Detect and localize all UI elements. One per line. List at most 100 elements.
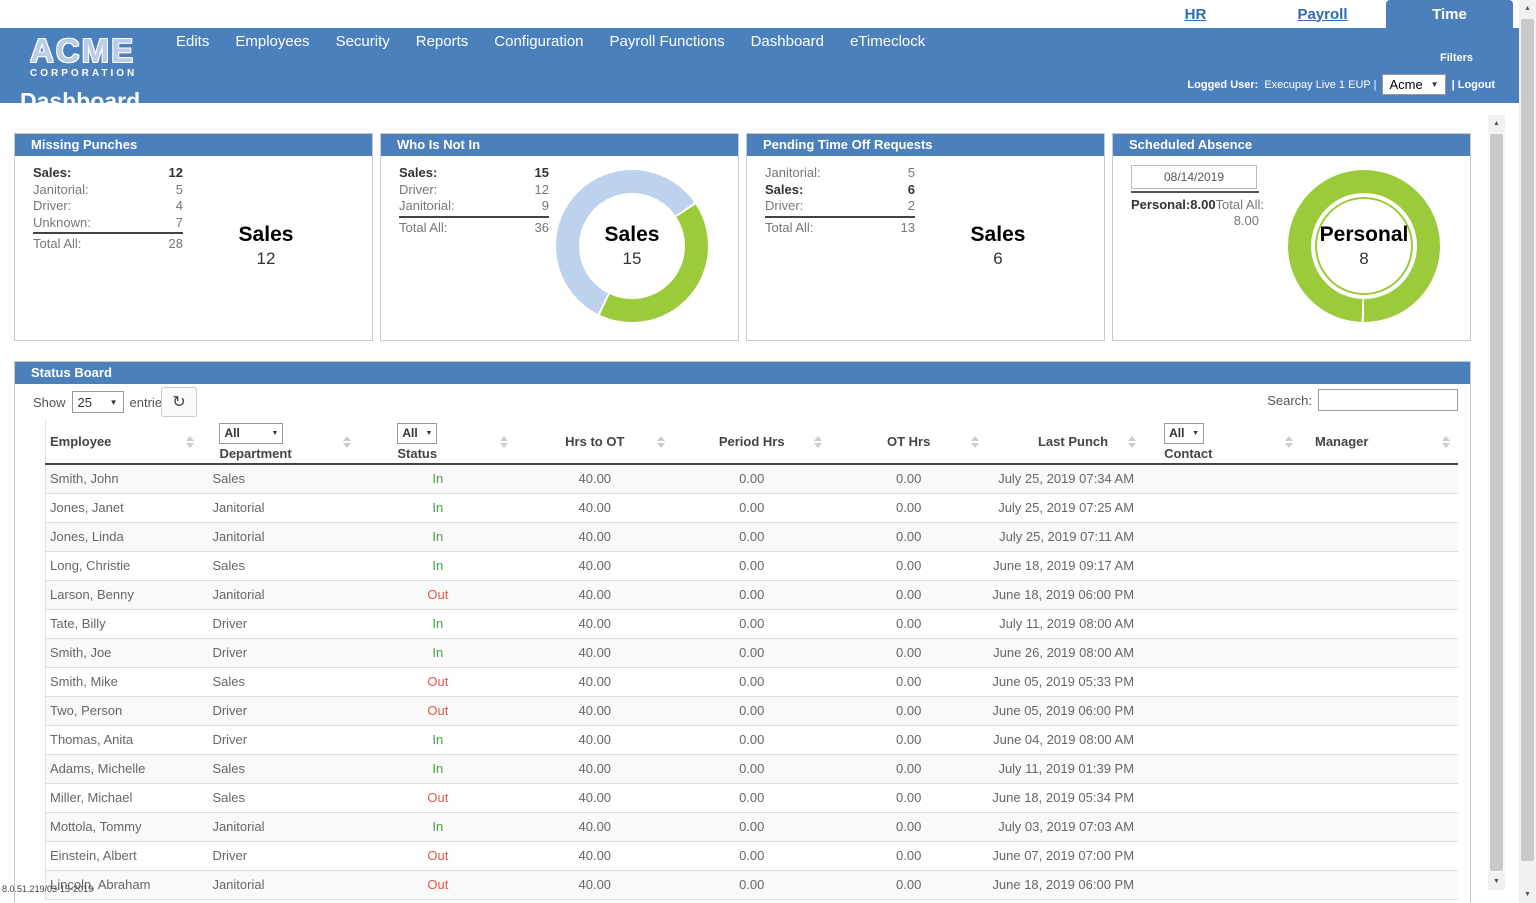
- sort-icon[interactable]: [1442, 436, 1450, 448]
- menu-item-edits[interactable]: Edits: [176, 33, 209, 50]
- table-row: Larson, BennyJanitorialOut40.000.000.00J…: [46, 580, 1459, 609]
- logo-subtext: CORPORATION: [30, 68, 137, 79]
- logout-button[interactable]: | Logout: [1452, 79, 1495, 91]
- cell-contact: [1144, 812, 1301, 841]
- company-select[interactable]: Acme ▼: [1382, 74, 1445, 95]
- table-row: Mottola, TommyJanitorialIn40.000.000.00J…: [46, 812, 1459, 841]
- scroll-up-icon[interactable]: ▲: [1519, 0, 1536, 17]
- cell-period-hrs: 0.00: [673, 638, 830, 667]
- donut-chart-scheduled-absence[interactable]: Personal8: [1288, 170, 1440, 322]
- column-header-ot-hrs[interactable]: OT Hrs: [830, 420, 987, 464]
- cell-department: Janitorial: [202, 580, 359, 609]
- column-label: Hrs to OT: [565, 434, 624, 449]
- stat-sales: Sales:6: [765, 182, 915, 199]
- stats-list: Sales:15Driver:12Janitorial:9Total All:3…: [399, 165, 549, 236]
- column-label: Employee: [50, 434, 111, 449]
- column-header-contact[interactable]: All▼Contact: [1144, 420, 1301, 464]
- scroll-down-icon[interactable]: ▼: [1488, 873, 1505, 890]
- scroll-up-icon[interactable]: ▲: [1488, 115, 1505, 132]
- show-label: Show: [33, 395, 66, 410]
- column-header-period-hrs[interactable]: Period Hrs: [673, 420, 830, 464]
- page-size-select[interactable]: 25 ▼: [72, 391, 124, 413]
- cell-department: Driver: [202, 609, 359, 638]
- search-input[interactable]: [1318, 389, 1458, 411]
- menu-item-reports[interactable]: Reports: [416, 33, 469, 50]
- cell-department: Driver: [202, 725, 359, 754]
- cell-department: Janitorial: [202, 493, 359, 522]
- sort-icon[interactable]: [657, 436, 665, 448]
- cell-employee: Adams, Michelle: [46, 754, 203, 783]
- menu-item-dashboard[interactable]: Dashboard: [751, 33, 824, 50]
- stat-label: Sales:: [765, 182, 803, 199]
- stat-label: Janitorial:: [33, 182, 89, 199]
- tab-payroll[interactable]: Payroll: [1259, 0, 1386, 28]
- filter-select-department[interactable]: All▼: [219, 423, 283, 444]
- cell-last-punch: June 18, 2019 06:00 PM: [987, 580, 1144, 609]
- cell-status: In: [359, 551, 516, 580]
- sort-icon[interactable]: [343, 436, 351, 448]
- stat-value: 15: [535, 165, 549, 182]
- filter-select-contact[interactable]: All▼: [1164, 423, 1204, 444]
- column-header-employee[interactable]: Employee: [46, 420, 203, 464]
- cell-department: Sales: [202, 464, 359, 493]
- menu-item-etimeclock[interactable]: eTimeclock: [850, 33, 925, 50]
- tab-label: HR: [1185, 6, 1207, 23]
- column-header-manager[interactable]: Manager: [1301, 420, 1458, 464]
- donut-center-value: 8: [1359, 249, 1368, 269]
- column-header-hrs-to-ot[interactable]: Hrs to OT: [516, 420, 673, 464]
- cell-hrs-to-ot: 40.00: [516, 580, 673, 609]
- refresh-button[interactable]: ↻: [161, 387, 197, 417]
- donut-chart-pending-time-off-requests[interactable]: Sales6: [922, 170, 1074, 322]
- donut-chart-who-is-not-in[interactable]: Sales15: [556, 170, 708, 322]
- absence-total-value: 8.00: [1131, 213, 1259, 228]
- cell-period-hrs: 0.00: [673, 841, 830, 870]
- sort-icon[interactable]: [971, 436, 979, 448]
- filter-value: All: [224, 426, 239, 440]
- page-scrollbar[interactable]: ▲ ▼: [1519, 0, 1536, 903]
- sort-icon[interactable]: [186, 436, 194, 448]
- scroll-down-icon[interactable]: ▼: [1519, 886, 1536, 903]
- content-scrollbar[interactable]: ▲ ▼: [1488, 115, 1505, 890]
- cell-hrs-to-ot: 40.00: [516, 696, 673, 725]
- tab-time[interactable]: Time: [1386, 0, 1513, 28]
- sort-icon[interactable]: [1285, 436, 1293, 448]
- panel-title: Who Is Not In: [381, 134, 738, 156]
- filter-value: All: [402, 426, 417, 440]
- menu-item-payroll-functions[interactable]: Payroll Functions: [610, 33, 725, 50]
- sort-icon[interactable]: [814, 436, 822, 448]
- scrollbar-thumb[interactable]: [1490, 134, 1503, 871]
- cell-contact: [1144, 464, 1301, 493]
- cell-last-punch: July 25, 2019 07:34 AM: [987, 464, 1144, 493]
- stat-unknown: Unknown:7: [33, 215, 183, 235]
- column-header-department[interactable]: All▼Department: [202, 420, 359, 464]
- stat-label: Total All:: [765, 220, 813, 237]
- cell-employee: Tate, Billy: [46, 609, 203, 638]
- cell-status: In: [359, 522, 516, 551]
- page-size-value: 25: [78, 395, 92, 410]
- column-header-last-punch[interactable]: Last Punch: [987, 420, 1144, 464]
- company-select-value: Acme: [1389, 77, 1422, 92]
- menu-item-employees[interactable]: Employees: [235, 33, 309, 50]
- cell-manager: [1301, 638, 1458, 667]
- menu-item-configuration[interactable]: Configuration: [494, 33, 583, 50]
- cell-ot-hrs: 0.00: [830, 725, 987, 754]
- tab-hr[interactable]: HR: [1132, 0, 1259, 28]
- donut-center-label: Personal: [1320, 223, 1409, 247]
- sort-icon[interactable]: [1128, 436, 1136, 448]
- cell-manager: [1301, 812, 1458, 841]
- cell-manager: [1301, 870, 1458, 899]
- menu-item-security[interactable]: Security: [336, 33, 390, 50]
- filters-button[interactable]: Filters: [1440, 52, 1473, 64]
- sort-icon[interactable]: [500, 436, 508, 448]
- search-label: Search:: [1267, 393, 1312, 408]
- table-row: Smith, JoeDriverIn40.000.000.00June 26, …: [46, 638, 1459, 667]
- donut-chart-missing-punches[interactable]: Sales12: [190, 170, 342, 322]
- filter-select-status[interactable]: All▼: [397, 423, 437, 444]
- chevron-down-icon: ▼: [1192, 430, 1199, 437]
- cell-hrs-to-ot: 40.00: [516, 783, 673, 812]
- column-header-status[interactable]: All▼Status: [359, 420, 516, 464]
- cell-ot-hrs: 0.00: [830, 667, 987, 696]
- scrollbar-thumb[interactable]: [1521, 19, 1534, 861]
- absence-date-input[interactable]: 08/14/2019: [1131, 165, 1257, 189]
- stat-total-all: Total All:36: [399, 220, 549, 237]
